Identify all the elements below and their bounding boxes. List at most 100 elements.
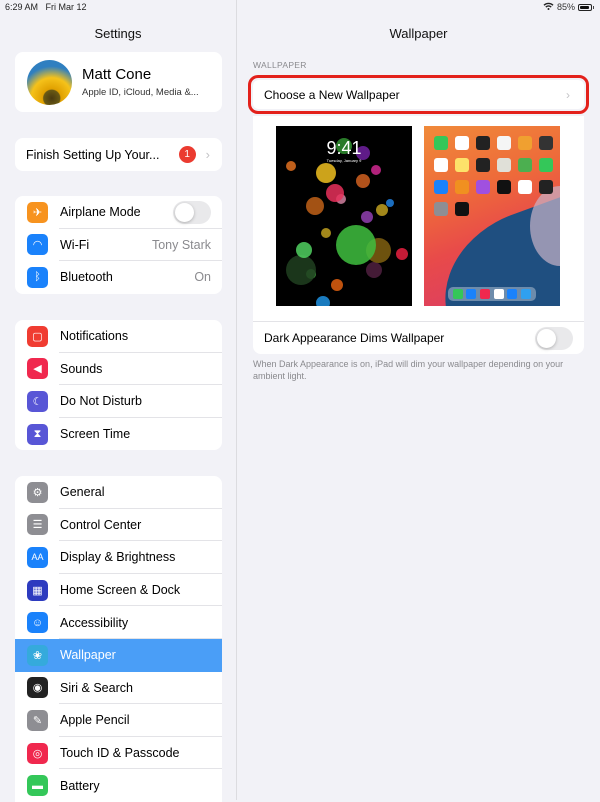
app-icon: [455, 202, 469, 216]
app-icon: [434, 158, 448, 172]
fingerprint-icon: ◎: [27, 742, 48, 764]
profile-card[interactable]: Matt Cone Apple ID, iCloud, Media &...: [15, 52, 222, 112]
sidebar-item-do-not-disturb[interactable]: ☾ Do Not Disturb: [15, 385, 222, 418]
wifi-icon: ◠: [27, 234, 48, 256]
sidebar-item-screen-time[interactable]: ⧗ Screen Time: [15, 418, 222, 451]
sidebar-item-value: On: [194, 270, 211, 285]
battery-icon: [578, 3, 594, 11]
sidebar-item-label: Do Not Disturb: [60, 394, 142, 409]
sidebar-item-label: Touch ID & Passcode: [60, 746, 180, 761]
sidebar-item-label: Display & Brightness: [60, 550, 176, 565]
airplane-icon: ✈: [27, 201, 48, 223]
sidebar-item-value: Tony Stark: [151, 237, 211, 252]
lock-screen-preview[interactable]: 9:41 Tuesday, January 9: [276, 126, 412, 306]
bokeh-dot: [366, 262, 382, 278]
bokeh-dot: [361, 211, 373, 223]
app-icon: [539, 180, 553, 194]
sidebar-item-sounds[interactable]: ◀ Sounds: [15, 353, 222, 386]
bokeh-dot: [376, 204, 388, 217]
sidebar-item-display-brightness[interactable]: AA Display & Brightness: [15, 541, 222, 574]
sidebar-item-general[interactable]: ⚙ General: [15, 476, 222, 509]
sidebar-item-label: Siri & Search: [60, 680, 133, 695]
choose-new-wallpaper-button[interactable]: Choose a New Wallpaper ›: [253, 80, 584, 109]
sidebar: Settings Matt Cone Apple ID, iCloud, Med…: [0, 0, 237, 802]
sidebar-item-notifications[interactable]: ▢ Notifications: [15, 320, 222, 353]
sidebar-item-control-center[interactable]: ☰ Control Center: [15, 509, 222, 542]
sidebar-item-accessibility[interactable]: ☺ Accessibility: [15, 606, 222, 639]
accessibility-icon: ☺: [27, 612, 48, 634]
sidebar-item-label: Wi-Fi: [60, 237, 90, 252]
app-grid-icon: ▦: [27, 579, 48, 601]
sidebar-item-touch-id-passcode[interactable]: ◎ Touch ID & Passcode: [15, 737, 222, 770]
hourglass-icon: ⧗: [27, 423, 48, 445]
footnote: When Dark Appearance is on, iPad will di…: [253, 359, 564, 381]
airplane-mode-toggle[interactable]: [173, 200, 211, 224]
wallpaper-preview-card: 9:41 Tuesday, January 9 Dark Appearance …: [253, 116, 584, 354]
dock-app-icon: [480, 289, 491, 299]
sidebar-item-label: Apple Pencil: [60, 713, 130, 728]
app-icon: [497, 180, 511, 194]
sidebar-title: Settings: [94, 26, 142, 41]
sounds-icon: ◀: [27, 358, 48, 380]
app-icon: [539, 158, 553, 172]
siri-icon: ◉: [27, 677, 48, 699]
dock: [448, 287, 536, 301]
switches-icon: ☰: [27, 514, 48, 536]
notifications-icon: ▢: [27, 325, 48, 347]
battery-percent: 85%: [556, 2, 575, 12]
connectivity-group: ✈ Airplane Mode ◠ Wi-Fi Tony Stark ᛒ Bluetooth…: [15, 196, 222, 294]
bokeh-dot: [306, 197, 324, 216]
sidebar-item-label: Sounds: [60, 361, 103, 376]
dock-app-icon: [452, 289, 463, 299]
lock-time: 9:41: [326, 138, 362, 158]
dims-wallpaper-toggle[interactable]: [535, 326, 573, 350]
dock-app-icon: [507, 289, 518, 299]
sidebar-item-label: Home Screen & Dock: [60, 583, 181, 598]
profile-subtitle: Apple ID, iCloud, Media &...: [82, 87, 199, 98]
bokeh-dot: [286, 255, 316, 286]
dock-app-icon: [466, 289, 477, 299]
profile-name: Matt Cone: [82, 66, 152, 83]
app-icon: [539, 136, 553, 150]
choose-wallpaper-label: Choose a New Wallpaper: [264, 87, 400, 102]
sidebar-item-label: Notifications: [60, 329, 129, 344]
sidebar-item-airplane-mode[interactable]: ✈ Airplane Mode: [15, 196, 222, 229]
sidebar-item-label: Bluetooth: [60, 270, 113, 285]
app-icon: [476, 180, 490, 194]
finish-setup-label: Finish Setting Up Your...: [26, 147, 160, 162]
dims-wallpaper-label: Dark Appearance Dims Wallpaper: [264, 331, 445, 345]
dims-wallpaper-row: Dark Appearance Dims Wallpaper: [253, 321, 584, 354]
app-icon: [518, 180, 532, 194]
dock-app-icon: [493, 289, 504, 299]
bokeh-dot: [326, 183, 344, 202]
sidebar-item-apple-pencil[interactable]: ✎ Apple Pencil: [15, 704, 222, 737]
sidebar-item-label: General: [60, 485, 105, 500]
avatar: [27, 59, 72, 105]
pencil-icon: ✎: [27, 709, 48, 731]
app-grid: [434, 136, 553, 216]
notification-badge: 1: [178, 146, 196, 163]
detail-pane: Wallpaper WALLPAPER Choose a New Wallpap…: [237, 0, 600, 800]
app-icon: [455, 180, 469, 194]
bokeh-dot: [316, 296, 330, 306]
sidebar-item-wallpaper[interactable]: ❀ Wallpaper: [15, 638, 222, 672]
sidebar-item-label: Wallpaper: [60, 648, 116, 663]
detail-title: Wallpaper: [389, 26, 448, 41]
flower-icon: ❀: [27, 644, 48, 666]
sidebar-item-siri-search[interactable]: ◉ Siri & Search: [15, 672, 222, 705]
app-icon: [518, 158, 532, 172]
sidebar-item-battery[interactable]: ▬ Battery: [15, 769, 222, 802]
notifications-group: ▢ Notifications ◀ Sounds ☾ Do Not Disturb ⧗ Scr…: [15, 320, 222, 451]
sidebar-item-home-screen-dock[interactable]: ▦ Home Screen & Dock: [15, 574, 222, 607]
finish-setup-row[interactable]: Finish Setting Up Your... 1 ›: [15, 138, 222, 171]
sidebar-item-bluetooth[interactable]: ᛒ Bluetooth On: [15, 261, 222, 294]
text-size-icon: AA: [27, 546, 48, 568]
sidebar-item-label: Accessibility: [60, 615, 129, 630]
app-icon: [476, 136, 490, 150]
moon-icon: ☾: [27, 390, 48, 412]
app-icon: [455, 158, 469, 172]
home-screen-preview[interactable]: [424, 126, 560, 306]
app-icon: [434, 180, 448, 194]
sidebar-item-label: Control Center: [60, 517, 142, 532]
sidebar-item-wi-fi[interactable]: ◠ Wi-Fi Tony Stark: [15, 229, 222, 262]
